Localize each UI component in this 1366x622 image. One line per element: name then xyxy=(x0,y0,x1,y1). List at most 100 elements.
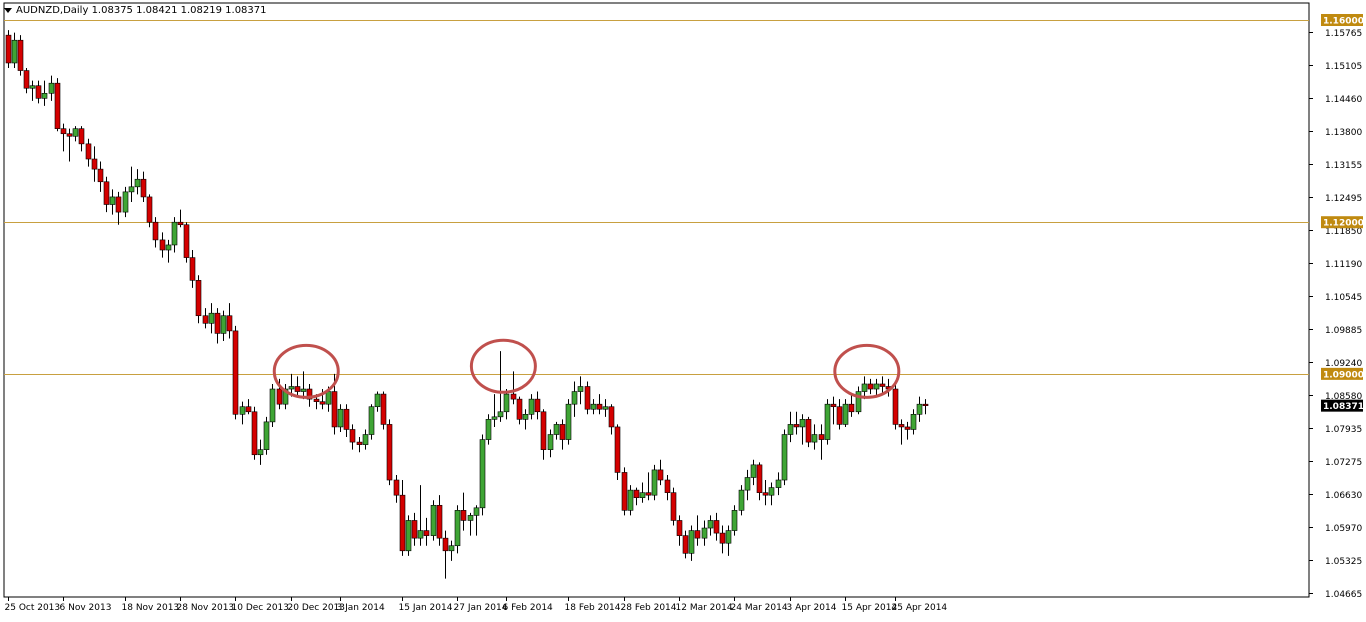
candle-body-bull xyxy=(916,403,923,415)
candle-body-bull xyxy=(41,92,48,99)
candle-body-bull xyxy=(300,388,307,392)
x-tick-label: 3 Jan 2014 xyxy=(337,603,385,613)
candle-body-bull xyxy=(29,85,36,89)
candle-body-bear xyxy=(189,257,196,281)
symbol-label: AUDNZD,Daily xyxy=(16,5,89,16)
candle-body-bull xyxy=(473,507,480,516)
chart-background xyxy=(0,0,1366,618)
candle-body-bear xyxy=(103,181,110,205)
y-tick-label: 1.09240 xyxy=(1325,359,1362,369)
candle-body-bear xyxy=(245,406,252,413)
candle-body-bull xyxy=(208,312,215,324)
candle-body-bull xyxy=(750,464,757,478)
x-tick-label: 28 Feb 2014 xyxy=(621,603,677,613)
candle-body-bear xyxy=(60,128,67,135)
chart-header: AUDNZD,Daily 1.08375 1.08421 1.08219 1.0… xyxy=(4,5,267,16)
candle-body-bull xyxy=(565,403,572,440)
candle-body-bear xyxy=(805,419,812,443)
candle-body-bear xyxy=(85,143,92,160)
x-tick-label: 6 Nov 2013 xyxy=(60,603,112,613)
candle-body-bear xyxy=(676,520,683,536)
x-tick-label: 25 Oct 2013 xyxy=(5,603,61,613)
candle xyxy=(368,404,375,440)
candle-body-bull xyxy=(337,408,344,428)
candle-body-bull xyxy=(467,515,474,521)
x-tick-label: 12 Mar 2014 xyxy=(676,603,733,613)
candle-body-bull xyxy=(547,434,554,450)
candle-body-bear xyxy=(848,403,855,413)
candle-body-bull xyxy=(417,530,424,539)
candle-body-bear xyxy=(664,479,671,493)
candle-body-bear xyxy=(152,221,159,241)
candle-body-bull xyxy=(775,479,782,488)
candle-body-bull xyxy=(602,406,609,410)
candle-body-bull xyxy=(72,128,79,137)
candle-body-bull xyxy=(134,178,141,188)
candle-body-bull xyxy=(688,530,695,554)
candle-body-bear xyxy=(226,315,233,332)
candle-body-bear xyxy=(559,424,566,440)
candle-body-bull xyxy=(479,439,486,509)
candle-body-bear xyxy=(54,82,61,129)
candle-body-bear xyxy=(670,492,677,521)
candle xyxy=(670,487,677,526)
candle xyxy=(565,399,572,445)
candle-body-bear xyxy=(251,411,258,456)
candle-body-bear xyxy=(423,530,430,536)
candle-body-bear xyxy=(682,535,689,554)
candle-body-bear xyxy=(633,489,640,499)
candle-body-bear xyxy=(313,398,320,402)
candle-body-bear xyxy=(694,530,701,539)
candle xyxy=(17,35,24,76)
candle-body-bear xyxy=(202,315,209,324)
candle-body-bear xyxy=(78,128,85,145)
candle-body-bull xyxy=(325,391,332,405)
candle-body-bear xyxy=(23,70,30,89)
dropdown-triangle-icon[interactable] xyxy=(4,7,12,13)
candle-body-bear xyxy=(393,479,400,496)
candle-body-bull xyxy=(738,489,745,511)
candle-body-bull xyxy=(454,510,461,547)
candle-body-bear xyxy=(762,492,769,496)
candle-body-bull xyxy=(731,510,738,531)
candle-body-bear xyxy=(596,403,603,410)
candle-body-bull xyxy=(627,489,634,511)
x-tick-label: 18 Feb 2014 xyxy=(565,603,621,613)
candle-body-bull xyxy=(571,391,578,405)
candle-body-bear xyxy=(35,85,42,99)
candle-body-bear xyxy=(922,403,929,407)
price-chart[interactable]: 1.15765 1.15105 1.14460 1.13800 1.13155 1.124… xyxy=(0,0,1366,618)
candle-body-bull xyxy=(171,221,178,246)
candle-body-bear xyxy=(115,196,122,213)
x-tick-label: 15 Jan 2014 xyxy=(399,603,453,613)
candle-body-bull xyxy=(503,393,510,413)
candle-body-bull xyxy=(639,492,646,499)
candle-body-bear xyxy=(97,168,104,183)
candle-body-bull xyxy=(362,434,369,445)
x-tick-label: 3 Apr 2014 xyxy=(787,603,837,613)
candle-body-bull xyxy=(109,196,116,205)
candle-body-bull xyxy=(269,388,276,423)
candle-body-bear xyxy=(214,312,221,334)
candle-body-bear xyxy=(904,426,911,430)
candle-body-bear xyxy=(793,424,800,428)
candle-body-bear xyxy=(540,411,547,450)
y-tick-label: 1.12495 xyxy=(1325,194,1362,204)
candle-body-bull xyxy=(485,419,492,440)
candle-body-bear xyxy=(879,383,886,387)
y-tick-label: 1.15765 xyxy=(1325,29,1362,39)
candle-body-bull xyxy=(787,424,794,435)
y-tick-label: 1.07935 xyxy=(1325,425,1362,435)
candle-body-bull xyxy=(48,82,55,94)
candle-body-bull xyxy=(861,383,868,392)
candle xyxy=(263,416,270,455)
candle-body-bear xyxy=(584,386,591,410)
candle-body-bull xyxy=(910,414,917,430)
candle-body-bull xyxy=(122,191,129,213)
x-tick-label: 24 Mar 2014 xyxy=(731,603,788,613)
candle xyxy=(614,424,621,481)
candle-body-bear xyxy=(460,510,467,521)
candle-body-bear xyxy=(343,408,350,430)
level-tag-3: 1.09000 xyxy=(1323,370,1364,380)
candle-body-bear xyxy=(436,504,443,539)
